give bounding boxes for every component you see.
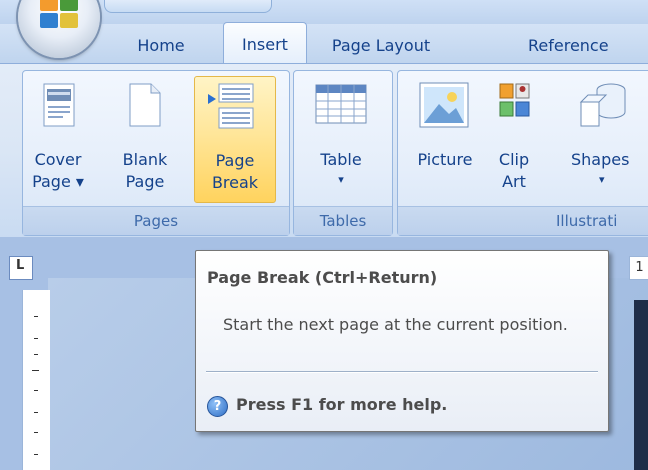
clip-art-label: Clip	[498, 150, 530, 169]
tab-insert[interactable]: Insert	[223, 22, 307, 65]
clip-art-button[interactable]: Clip Art	[489, 76, 539, 201]
shapes-button[interactable]: Shapes ▾	[565, 76, 648, 201]
tooltip-description: Start the next page at the current posit…	[223, 315, 568, 334]
shapes-label: Shapes	[571, 150, 630, 169]
horizontal-ruler[interactable]: 1	[629, 256, 648, 280]
illustrations-group-label: Illustrati	[398, 206, 648, 235]
tab-page-layout[interactable]: Page Layout	[325, 31, 437, 64]
page-break-icon	[208, 83, 254, 129]
blank-page-label-2: Page	[125, 172, 165, 191]
illustrations-label-text: Illustrati	[556, 212, 618, 230]
tooltip-help-text: Press F1 for more help.	[236, 395, 448, 414]
tooltip-divider	[206, 371, 598, 373]
quick-access-toolbar[interactable]	[104, 0, 272, 13]
pages-group-label: Pages	[23, 206, 289, 235]
help-icon: ?	[207, 396, 228, 417]
cover-page-label-2: Page ▾	[32, 172, 84, 191]
page-break-button[interactable]: Page Break	[194, 76, 276, 203]
picture-icon	[419, 82, 469, 128]
tab-home[interactable]: Home	[118, 31, 204, 64]
document-page-edge	[634, 300, 648, 470]
blank-page-icon	[129, 83, 161, 127]
cover-page-icon	[43, 83, 75, 127]
picture-label: Picture	[417, 150, 473, 169]
shapes-dropdown-arrow: ▾	[599, 173, 605, 186]
office-logo-icon	[37, 0, 81, 30]
tab-stop-icon: L	[16, 258, 25, 273]
picture-button[interactable]: Picture	[405, 76, 485, 201]
tab-selector-button[interactable]: L	[9, 256, 33, 280]
shapes-icon	[579, 83, 626, 127]
page-break-label-2: Break	[211, 173, 259, 192]
vertical-ruler[interactable]	[22, 290, 50, 470]
cover-page-label: Cover	[34, 150, 82, 169]
clip-art-icon	[499, 83, 530, 117]
page-break-label: Page	[215, 151, 255, 170]
clip-art-label-2: Art	[502, 172, 526, 191]
page-break-tooltip: Page Break (Ctrl+Return) Start the next …	[195, 250, 609, 432]
cover-page-button[interactable]: Cover Page ▾	[30, 76, 86, 201]
blank-page-button[interactable]: Blank Page	[116, 76, 174, 201]
table-icon	[315, 84, 367, 124]
tooltip-title: Page Break (Ctrl+Return)	[207, 268, 438, 287]
table-label: Table	[320, 150, 362, 169]
table-button[interactable]: Table ▾	[305, 76, 377, 201]
table-dropdown-arrow: ▾	[338, 173, 344, 186]
tables-group-label: Tables	[294, 206, 392, 235]
blank-page-label: Blank	[122, 150, 168, 169]
tab-references[interactable]: Reference	[528, 31, 648, 64]
